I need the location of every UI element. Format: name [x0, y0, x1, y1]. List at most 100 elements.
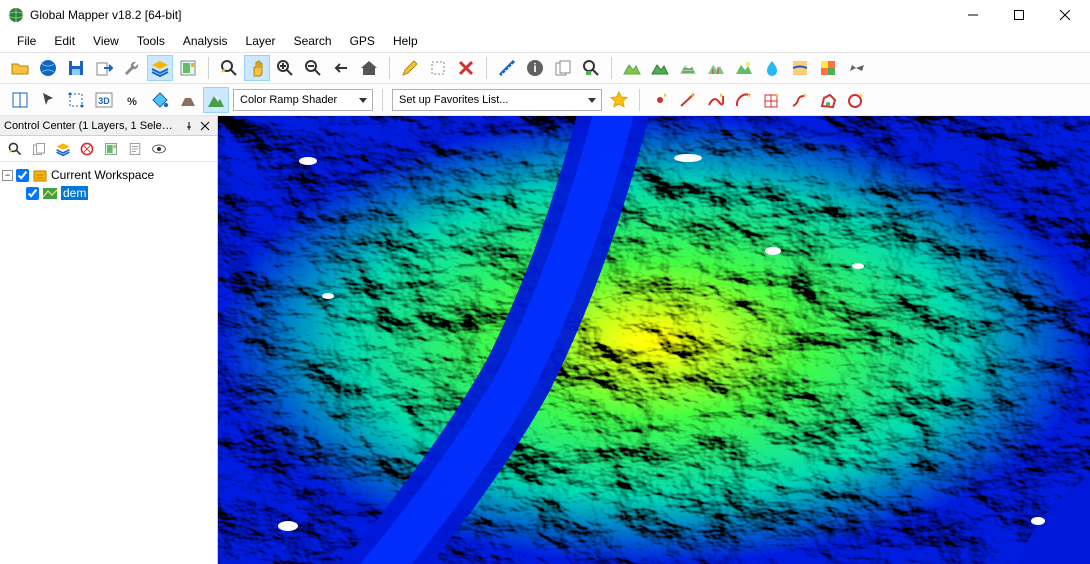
zoom-all-icon[interactable] — [4, 138, 26, 160]
menu-layer[interactable]: Layer — [237, 32, 285, 50]
digitize-freehand-icon[interactable] — [787, 87, 813, 113]
menu-analysis[interactable]: Analysis — [174, 32, 237, 50]
mountain-icon[interactable] — [203, 87, 229, 113]
menu-edit[interactable]: Edit — [45, 32, 84, 50]
layer-metadata-icon[interactable] — [124, 138, 146, 160]
profile-percent-icon[interactable] — [119, 87, 145, 113]
toggle-visible-icon[interactable] — [52, 138, 74, 160]
digitize-trace-icon[interactable] — [703, 87, 729, 113]
control-center-title: Control Center (1 Layers, 1 Sele… — [4, 120, 173, 132]
favorites-dropdown[interactable]: Set up Favorites List... — [392, 89, 602, 111]
menu-gps[interactable]: GPS — [341, 32, 384, 50]
workspace-icon — [32, 167, 48, 183]
raster-grid-icon[interactable] — [815, 55, 841, 81]
menu-tools[interactable]: Tools — [128, 32, 174, 50]
digitize-point-icon[interactable] — [647, 87, 673, 113]
window-maximize-button[interactable] — [996, 0, 1042, 30]
titlebar: Global Mapper v18.2 [64-bit] — [0, 0, 1090, 30]
view-3d-icon[interactable] — [91, 87, 117, 113]
tree-layer-row[interactable]: dem — [2, 184, 215, 202]
favorites-dropdown-label: Set up Favorites List... — [399, 94, 508, 106]
menu-view[interactable]: View — [84, 32, 128, 50]
control-center-panel: Control Center (1 Layers, 1 Sele… − Curr… — [0, 116, 218, 564]
feature-info-icon[interactable] — [522, 55, 548, 81]
tree-root-label: Current Workspace — [51, 168, 154, 182]
tree-layer-label: dem — [61, 186, 88, 200]
home-icon[interactable] — [356, 55, 382, 81]
panel-close-icon[interactable] — [197, 118, 213, 134]
open-folder-icon[interactable] — [7, 55, 33, 81]
save-icon[interactable] — [63, 55, 89, 81]
toolbar-separator — [611, 57, 612, 79]
star-favorite-icon[interactable] — [606, 87, 632, 113]
shader-dropdown[interactable]: Color Ramp Shader — [233, 89, 373, 111]
toolbar-separator — [389, 57, 390, 79]
layer-tree: − Current Workspace dem — [0, 162, 217, 564]
cursor-arrow-icon[interactable] — [35, 87, 61, 113]
window-split-icon[interactable] — [7, 87, 33, 113]
watershed-icon[interactable] — [787, 55, 813, 81]
export-icon[interactable] — [91, 55, 117, 81]
selection-rect-icon[interactable] — [63, 87, 89, 113]
zoom-in-icon[interactable] — [272, 55, 298, 81]
digitize-grid-icon[interactable] — [759, 87, 785, 113]
toolbar-separator — [486, 57, 487, 79]
menu-help[interactable]: Help — [384, 32, 427, 50]
zoom-tool-icon[interactable] — [216, 55, 242, 81]
copy-layer-icon[interactable] — [28, 138, 50, 160]
delete-x-icon[interactable] — [453, 55, 479, 81]
map-view[interactable] — [218, 116, 1090, 564]
options-wrench-icon[interactable] — [119, 55, 145, 81]
toolbar-separator — [208, 57, 209, 79]
measure-tool-icon[interactable] — [494, 55, 520, 81]
delete-layer-icon[interactable] — [76, 138, 98, 160]
secondary-toolbar: Color Ramp Shader Set up Favorites List.… — [0, 84, 1090, 116]
draw-rect-icon[interactable] — [425, 55, 451, 81]
tree-root-checkbox[interactable] — [16, 169, 29, 182]
copy-attributes-icon[interactable] — [550, 55, 576, 81]
pin-icon[interactable] — [181, 118, 197, 134]
terrain-shade-icon[interactable] — [619, 55, 645, 81]
app-globe-icon — [8, 7, 24, 23]
edit-pencil-icon[interactable] — [397, 55, 423, 81]
menu-file[interactable]: File — [8, 32, 45, 50]
digitize-area-icon[interactable] — [815, 87, 841, 113]
window-title: Global Mapper v18.2 [64-bit] — [30, 8, 181, 22]
toolbar-separator — [639, 89, 640, 111]
globe-icon[interactable] — [35, 55, 61, 81]
fly-through-icon[interactable] — [843, 55, 869, 81]
zoom-to-layer-icon[interactable] — [578, 55, 604, 81]
window-minimize-button[interactable] — [950, 0, 996, 30]
window-close-button[interactable] — [1042, 0, 1088, 30]
control-center-header: Control Center (1 Layers, 1 Sele… — [0, 116, 217, 136]
terrain-slope-icon[interactable] — [647, 55, 673, 81]
pan-hand-icon[interactable] — [244, 55, 270, 81]
water-drop-icon[interactable] — [759, 55, 785, 81]
back-arrow-icon[interactable] — [328, 55, 354, 81]
digitize-circle-icon[interactable] — [843, 87, 869, 113]
pile-icon[interactable] — [175, 87, 201, 113]
control-center-icon[interactable] — [147, 55, 173, 81]
viewshed-icon[interactable] — [731, 55, 757, 81]
shader-dropdown-label: Color Ramp Shader — [240, 94, 337, 106]
dem-layer-icon — [42, 185, 58, 201]
menu-search[interactable]: Search — [285, 32, 341, 50]
chevron-down-icon — [585, 93, 599, 107]
tree-layer-checkbox[interactable] — [26, 187, 39, 200]
toolbar-separator — [382, 89, 383, 111]
digitize-line-icon[interactable] — [675, 87, 701, 113]
zoom-out-icon[interactable] — [300, 55, 326, 81]
terrain-aspect-icon[interactable] — [675, 55, 701, 81]
digitize-arc-icon[interactable] — [731, 87, 757, 113]
control-center-toolbar — [0, 136, 217, 162]
menubar: File Edit View Tools Analysis Layer Sear… — [0, 30, 1090, 52]
layer-preview-icon[interactable] — [148, 138, 170, 160]
main-toolbar — [0, 52, 1090, 84]
tree-collapse-icon[interactable]: − — [2, 170, 13, 181]
layer-style-icon[interactable] — [100, 138, 122, 160]
volume-fill-icon[interactable] — [147, 87, 173, 113]
contour-icon[interactable] — [703, 55, 729, 81]
chevron-down-icon — [356, 93, 370, 107]
tree-root-row[interactable]: − Current Workspace — [2, 166, 215, 184]
map-layout-icon[interactable] — [175, 55, 201, 81]
